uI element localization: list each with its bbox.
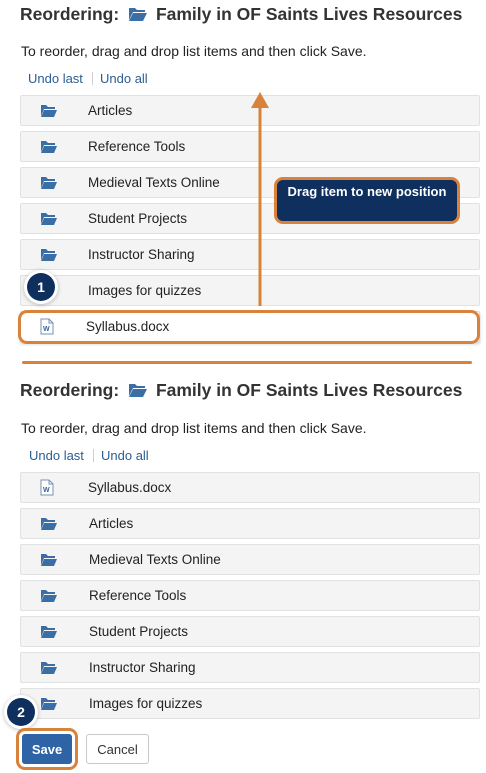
list-item[interactable]: Medieval Texts Online xyxy=(20,544,480,575)
list-item-label: Articles xyxy=(89,516,134,531)
list-item[interactable]: W Syllabus.docx xyxy=(20,472,480,503)
list-item-label: Medieval Texts Online xyxy=(89,552,221,567)
list-item[interactable]: Reference Tools xyxy=(20,580,480,611)
folder-icon xyxy=(40,517,58,531)
folder-icon xyxy=(40,625,58,639)
folder-icon xyxy=(40,212,58,226)
list-item-label: Instructor Sharing xyxy=(88,247,195,262)
drag-arrow-icon xyxy=(251,92,269,306)
page-title: Reordering: Family in OF Saints Lives Re… xyxy=(20,380,462,403)
section-divider xyxy=(22,361,472,364)
title-prefix: Reordering: xyxy=(20,4,120,24)
page-title: Reordering: Family in OF Saints Lives Re… xyxy=(20,4,462,27)
title-prefix: Reordering: xyxy=(20,380,120,400)
folder-icon xyxy=(40,697,58,711)
instructions: To reorder, drag and drop list items and… xyxy=(21,420,367,436)
folder-icon xyxy=(40,661,58,675)
cancel-button[interactable]: Cancel xyxy=(86,734,149,764)
folder-icon xyxy=(40,589,58,603)
svg-text:W: W xyxy=(43,487,50,494)
undo-separator xyxy=(92,72,93,85)
undo-last-link[interactable]: Undo last xyxy=(28,71,83,86)
list-item-label: Medieval Texts Online xyxy=(88,175,220,190)
title-folder-name: Family in OF Saints Lives Resources xyxy=(155,380,463,400)
instructions: To reorder, drag and drop list items and… xyxy=(21,43,367,59)
list-item-label: Student Projects xyxy=(89,624,189,639)
list-item[interactable]: Instructor Sharing xyxy=(20,652,480,683)
list-item-label: Student Projects xyxy=(88,211,188,226)
undo-all-link[interactable]: Undo all xyxy=(100,71,148,86)
list-item-label: Reference Tools xyxy=(89,588,187,603)
callout-text: Drag item to new position xyxy=(287,184,447,199)
save-button[interactable]: Save xyxy=(22,734,72,764)
folder-open-icon xyxy=(128,382,148,403)
dragged-item-highlight xyxy=(18,310,480,344)
list-item-label: Reference Tools xyxy=(88,139,186,154)
drag-callout: Drag item to new position xyxy=(274,177,460,224)
list-item-label: Images for quizzes xyxy=(89,696,203,711)
list-item[interactable]: Articles xyxy=(20,508,480,539)
list-item[interactable]: Student Projects xyxy=(20,616,480,647)
folder-open-icon xyxy=(128,6,148,27)
list-item-label: Instructor Sharing xyxy=(89,660,196,675)
undo-all-link[interactable]: Undo all xyxy=(101,448,149,463)
list-item-label: Syllabus.docx xyxy=(88,480,172,495)
list-item-label: Articles xyxy=(88,103,133,118)
folder-icon xyxy=(40,104,58,118)
undo-last-link[interactable]: Undo last xyxy=(29,448,84,463)
undo-separator xyxy=(93,449,94,462)
list-item[interactable]: Images for quizzes xyxy=(20,688,480,719)
folder-icon xyxy=(40,140,58,154)
step-badge-2: 2 xyxy=(7,698,35,726)
step-badge-1: 1 xyxy=(27,273,55,301)
folder-icon xyxy=(40,176,58,190)
folder-icon xyxy=(40,553,58,567)
title-folder-name: Family in OF Saints Lives Resources xyxy=(155,4,463,24)
list-item-label: Images for quizzes xyxy=(88,283,202,298)
folder-icon xyxy=(40,248,58,262)
word-doc-icon: W xyxy=(40,479,54,496)
